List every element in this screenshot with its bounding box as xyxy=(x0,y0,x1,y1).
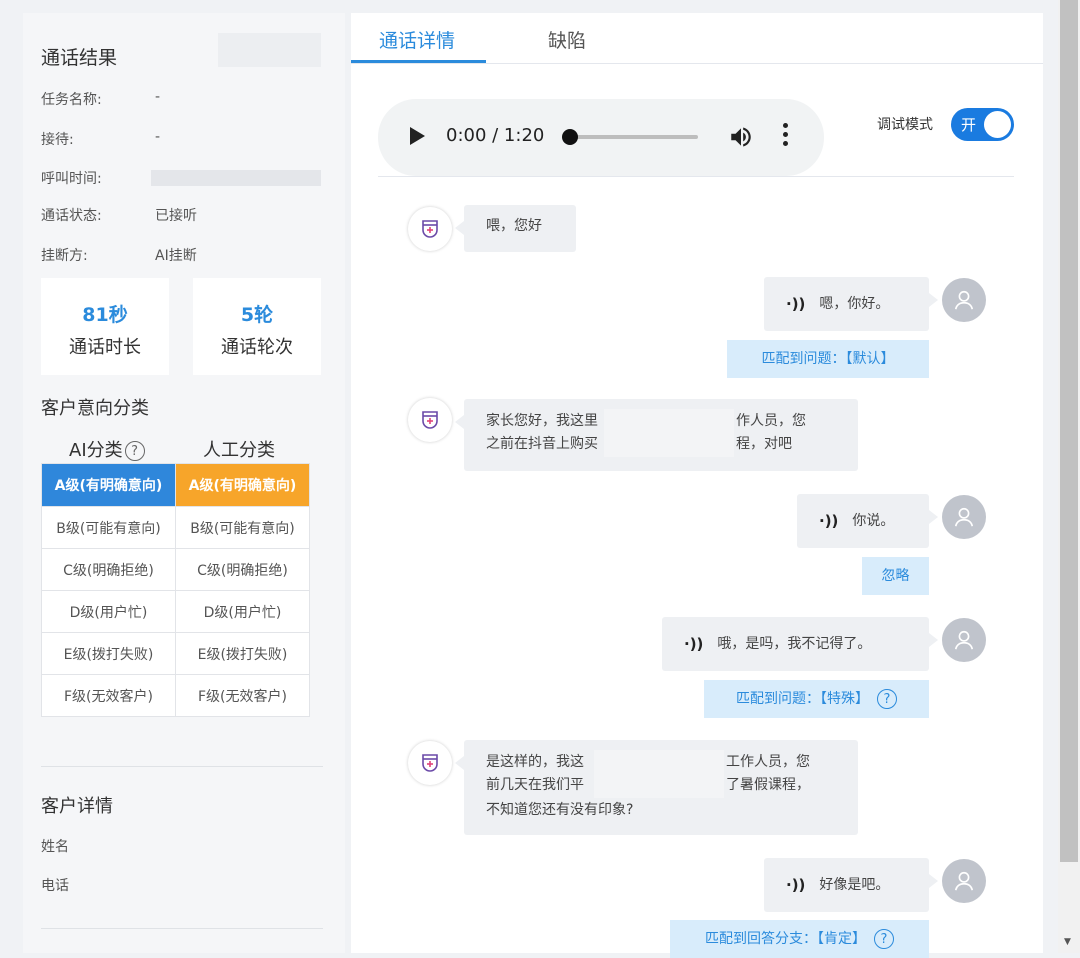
manual-class-option[interactable]: D级(用户忙) xyxy=(175,590,310,633)
customer-name-label: 姓名 xyxy=(41,839,69,855)
class-row-b: B级(可能有意向) B级(可能有意向) xyxy=(41,506,310,549)
play-icon[interactable] xyxy=(410,127,425,145)
stat-call-duration: 81秒 通话时长 xyxy=(41,278,169,375)
audio-player: 0:00 / 1:20 xyxy=(378,99,824,176)
ai-class-option[interactable]: D级(用户忙) xyxy=(41,590,176,633)
scrollbar-thumb[interactable] xyxy=(1060,0,1078,862)
active-tab-indicator xyxy=(351,60,486,63)
ai-class-option[interactable]: E级(拨打失败) xyxy=(41,632,176,675)
class-row-e: E级(拨打失败) E级(拨打失败) xyxy=(41,632,310,675)
customer-detail-title: 客户详情 xyxy=(41,796,113,817)
call-result-title: 通话结果 xyxy=(41,47,118,69)
debug-mode-label: 调试模式 xyxy=(877,117,933,133)
user-avatar-icon xyxy=(942,859,986,903)
question-circle-icon[interactable]: ? xyxy=(874,929,894,949)
field-reception: 接待: - xyxy=(41,129,161,148)
audio-time: 0:00 / 1:20 xyxy=(446,125,545,146)
tab-defect[interactable]: 缺陷 xyxy=(548,26,586,53)
manual-class-option[interactable]: B级(可能有意向) xyxy=(175,506,310,549)
bot-avatar-icon xyxy=(408,207,452,251)
class-row-d: D级(用户忙) D级(用户忙) xyxy=(41,590,310,633)
user-message: ·)) 哦，是吗，我不记得了。 xyxy=(662,617,938,671)
field-task-name: 任务名称: - xyxy=(41,89,161,108)
bot-message: 是这样的，我这 工作人员，您 前几天在我们平 了暑假课程， 不知道您还有没有印象… xyxy=(455,740,858,835)
intent-title: 客户意向分类 xyxy=(41,398,149,419)
call-detail-panel: 通话详情 缺陷 0:00 / 1:20 调试模式 开 喂，您好 ·)) 嗯，你好… xyxy=(351,13,1043,958)
bot-avatar-icon xyxy=(408,741,452,785)
voice-wave-icon[interactable]: ·)) xyxy=(684,634,703,655)
manual-class-header: 人工分类 xyxy=(203,440,275,461)
redacted-text xyxy=(604,409,734,457)
ai-class-option[interactable]: B级(可能有意向) xyxy=(41,506,176,549)
match-tag: 匹配到回答分支：【肯定】? xyxy=(670,920,929,958)
voice-wave-icon[interactable]: ·)) xyxy=(786,875,805,896)
manual-class-option[interactable]: E级(拨打失败) xyxy=(175,632,310,675)
bot-message: 喂，您好 xyxy=(455,205,576,252)
match-tag: 匹配到问题：【特殊】? xyxy=(704,680,929,718)
user-avatar-icon xyxy=(942,618,986,662)
ai-class-option[interactable]: A级(有明确意向) xyxy=(41,463,176,507)
divider xyxy=(41,928,323,929)
scroll-down-icon[interactable]: ▼ xyxy=(1064,937,1071,947)
ai-class-header: AI分类? xyxy=(69,436,145,462)
question-circle-icon[interactable]: ? xyxy=(877,689,897,709)
stat-call-rounds: 5轮 通话轮次 xyxy=(193,278,321,375)
user-message: ·)) 嗯，你好。 xyxy=(764,277,938,331)
user-avatar-icon xyxy=(942,278,986,322)
redacted-call-time xyxy=(151,170,321,186)
customer-phone-label: 电话 xyxy=(41,878,69,894)
audio-progress-handle[interactable] xyxy=(562,129,578,145)
tab-call-detail[interactable]: 通话详情 xyxy=(379,26,455,53)
match-tag: 匹配到问题：【默认】 xyxy=(727,340,929,378)
user-message: ·)) 好像是吧。 xyxy=(764,858,938,912)
bot-message: 家长您好，我这里 作人员，您 之前在抖音上购买 程，对吧 xyxy=(455,399,858,471)
voice-wave-icon[interactable]: ·)) xyxy=(786,294,805,315)
class-row-f: F级(无效客户) F级(无效客户) xyxy=(41,674,310,717)
divider xyxy=(378,176,1014,177)
divider xyxy=(41,766,323,767)
intent-class-table: A级(有明确意向) A级(有明确意向) B级(可能有意向) B级(可能有意向) … xyxy=(41,463,310,717)
field-call-status: 通话状态: 已接听 xyxy=(41,208,197,224)
redacted-box xyxy=(218,33,321,67)
field-hangup-side: 挂断方: AI挂断 xyxy=(41,248,197,264)
audio-progress-track[interactable] xyxy=(568,135,698,139)
debug-mode-toggle[interactable]: 开 xyxy=(951,108,1014,141)
voice-wave-icon[interactable]: ·)) xyxy=(819,511,838,532)
class-row-c: C级(明确拒绝) C级(明确拒绝) xyxy=(41,548,310,591)
manual-class-option[interactable]: A级(有明确意向) xyxy=(175,463,310,507)
user-message: ·)) 你说。 xyxy=(797,494,938,548)
more-options-icon[interactable] xyxy=(783,123,788,150)
ai-class-option[interactable]: C级(明确拒绝) xyxy=(41,548,176,591)
call-info-panel: 通话结果 任务名称: - 接待: - 呼叫时间: 通话状态: 已接听 挂断方: … xyxy=(23,13,345,953)
redacted-text xyxy=(594,750,724,798)
class-row-a: A级(有明确意向) A级(有明确意向) xyxy=(41,463,310,507)
volume-icon[interactable] xyxy=(728,124,754,150)
bot-avatar-icon xyxy=(408,398,452,442)
match-tag: 忽略 xyxy=(862,557,929,595)
field-call-time: 呼叫时间: xyxy=(41,168,321,188)
ai-class-option[interactable]: F级(无效客户) xyxy=(41,674,176,717)
tab-bar: 通话详情 缺陷 xyxy=(351,13,1043,64)
page-scrollbar[interactable]: ▼ xyxy=(1058,0,1080,953)
manual-class-option[interactable]: C级(明确拒绝) xyxy=(175,548,310,591)
question-circle-icon[interactable]: ? xyxy=(124,441,145,461)
manual-class-option[interactable]: F级(无效客户) xyxy=(175,674,310,717)
user-avatar-icon xyxy=(942,495,986,539)
